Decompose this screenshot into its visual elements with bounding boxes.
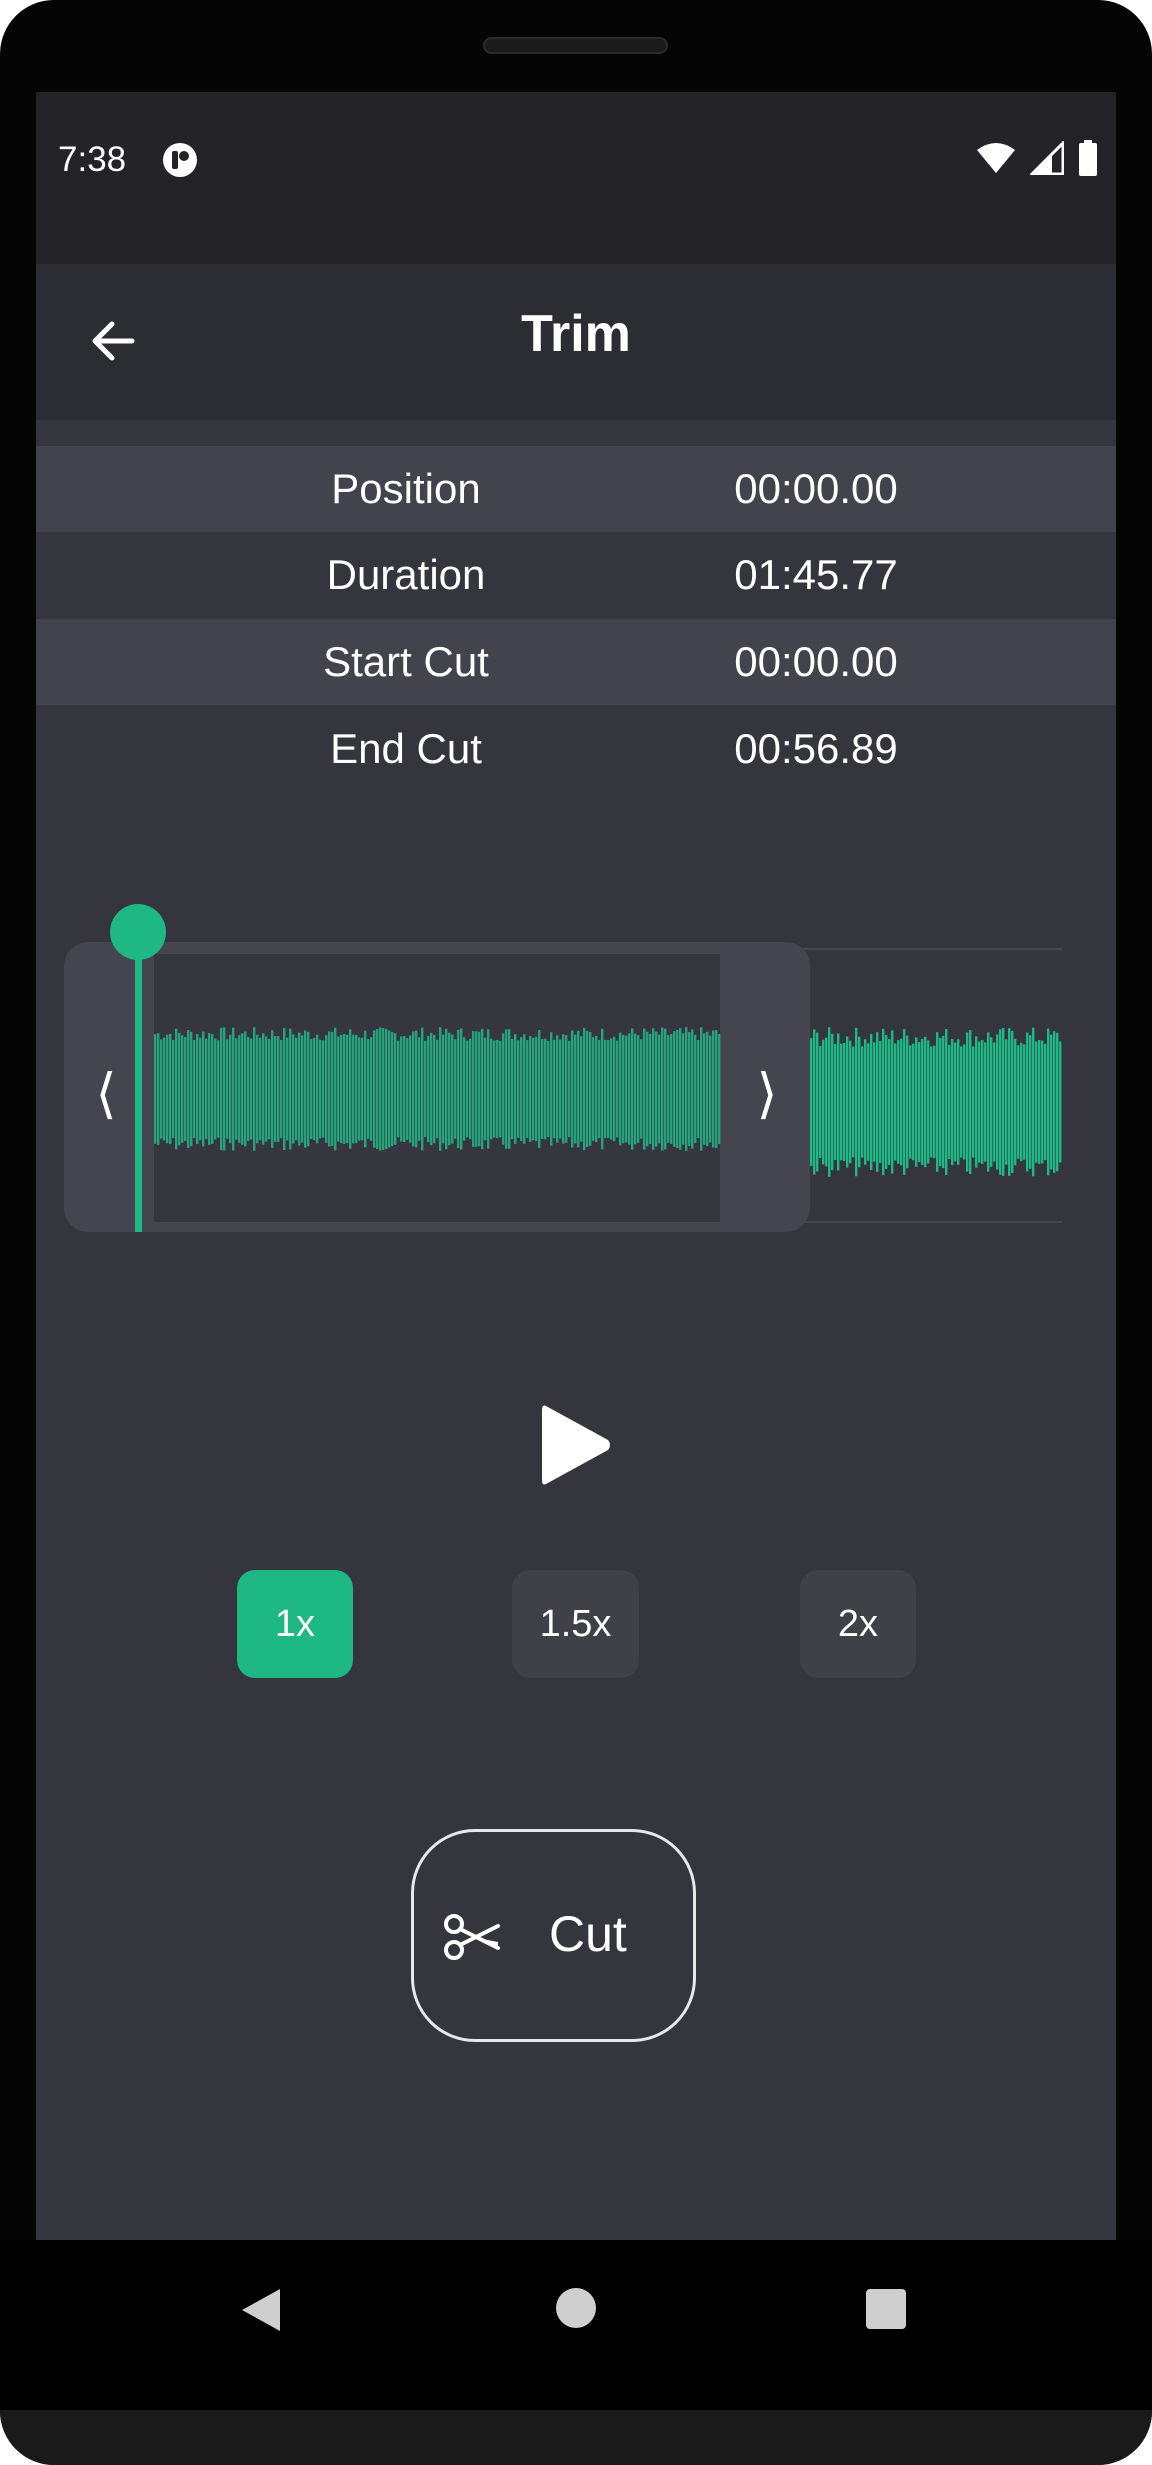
info-label: Start Cut bbox=[323, 638, 489, 685]
app-screen: 7:38 Trim Position 00:00.00 Duration 01:… bbox=[36, 92, 1116, 2240]
left-trim-handle[interactable]: ⟨ bbox=[95, 1064, 116, 1124]
cut-button-label: Cut bbox=[549, 1906, 627, 1962]
info-label: Position bbox=[331, 465, 481, 512]
info-value: 01:45.77 bbox=[734, 551, 898, 598]
earpiece-speaker bbox=[483, 37, 668, 54]
info-row-end-cut: End Cut 00:56.89 bbox=[36, 706, 1116, 792]
battery-icon bbox=[1079, 140, 1097, 176]
recents-square-icon[interactable] bbox=[866, 2289, 906, 2329]
cut-button[interactable]: Cut bbox=[411, 1829, 696, 2042]
back-triangle-icon[interactable] bbox=[240, 2287, 282, 2333]
waveform-unselected-region bbox=[810, 1027, 1062, 1177]
waveform-selected-region bbox=[154, 1027, 721, 1151]
speed-button-1-5x[interactable]: 1.5x bbox=[512, 1570, 639, 1678]
system-nav-bar bbox=[0, 2240, 1152, 2410]
info-label: Duration bbox=[326, 551, 486, 598]
speed-button-1x[interactable]: 1x bbox=[237, 1570, 353, 1678]
status-icons bbox=[976, 140, 1098, 176]
wifi-icon bbox=[977, 143, 1015, 173]
app-notification-icon bbox=[163, 143, 197, 177]
signal-icon bbox=[1030, 141, 1064, 175]
playhead-line[interactable] bbox=[135, 932, 142, 1232]
status-time: 7:38 bbox=[58, 140, 127, 179]
info-value: 00:00.00 bbox=[734, 465, 898, 512]
scissors-icon bbox=[444, 1914, 500, 1960]
info-label: End Cut bbox=[330, 725, 482, 772]
info-row-start-cut: Start Cut 00:00.00 bbox=[36, 619, 1116, 705]
playhead-knob[interactable] bbox=[110, 904, 166, 960]
waveform-canvas[interactable]: ⟨ ⟩ bbox=[36, 902, 1116, 1262]
waveform-editor[interactable]: ⟨ ⟩ bbox=[36, 902, 1116, 1262]
play-icon[interactable] bbox=[536, 1400, 616, 1490]
app-bar: Trim bbox=[36, 264, 1116, 420]
device-frame: 7:38 Trim Position 00:00.00 Duration 01:… bbox=[0, 0, 1152, 2465]
home-circle-icon[interactable] bbox=[555, 2287, 597, 2329]
right-trim-handle[interactable]: ⟩ bbox=[756, 1064, 777, 1124]
page-title: Trim bbox=[521, 305, 631, 363]
info-value: 00:56.89 bbox=[734, 725, 898, 772]
speed-button-2x[interactable]: 2x bbox=[800, 1570, 916, 1678]
info-value: 00:00.00 bbox=[734, 638, 898, 685]
device-chin bbox=[0, 2410, 1152, 2465]
info-row-duration: Duration 01:45.77 bbox=[36, 532, 1116, 618]
status-bar: 7:38 bbox=[36, 92, 1116, 264]
info-row-position: Position 00:00.00 bbox=[36, 446, 1116, 532]
